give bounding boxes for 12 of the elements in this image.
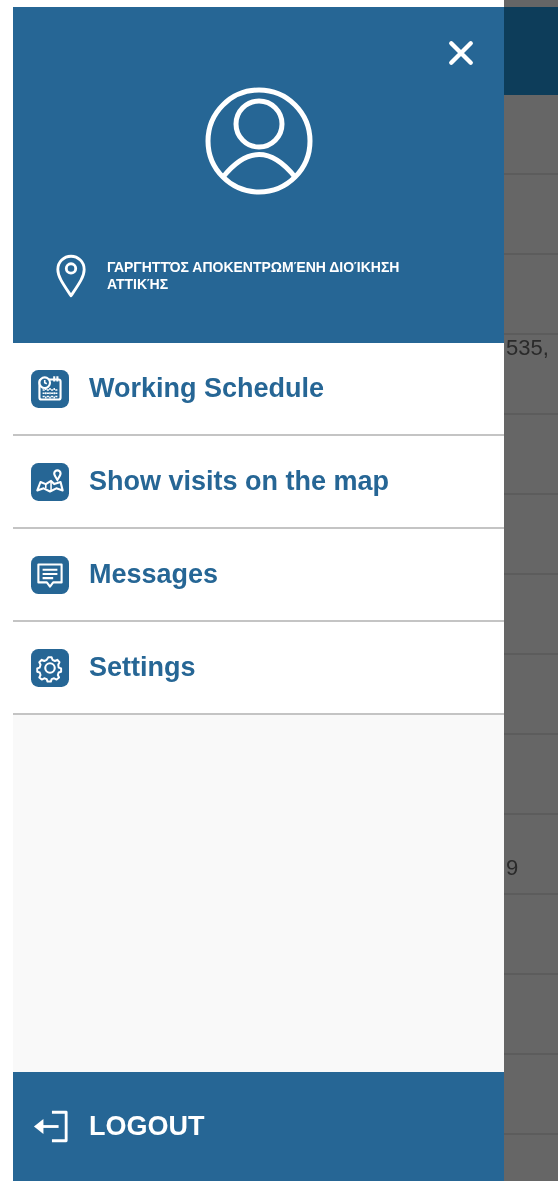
close-icon[interactable]: [448, 40, 474, 66]
logout-icon: [33, 1109, 69, 1144]
logout-button[interactable]: LOGOUT: [13, 1072, 504, 1181]
menu-item[interactable]: Show visits on the map: [13, 436, 504, 529]
schedule-icon: [31, 369, 69, 408]
map-pin-icon: [31, 462, 69, 501]
location-name: ΓΑΡΓΗΤΤΌΣ ΑΠΟΚΕΝΤΡΩΜΈΝΗ ΔΙΟΊΚΗΣΗ ΑΤΤΙΚΉΣ: [107, 259, 401, 293]
message-icon: [31, 555, 69, 594]
menu-item[interactable]: Messages: [13, 529, 504, 622]
settings-icon: [31, 648, 69, 687]
menu-item[interactable]: Working Schedule: [13, 343, 504, 436]
location-pin-icon: [55, 253, 87, 299]
